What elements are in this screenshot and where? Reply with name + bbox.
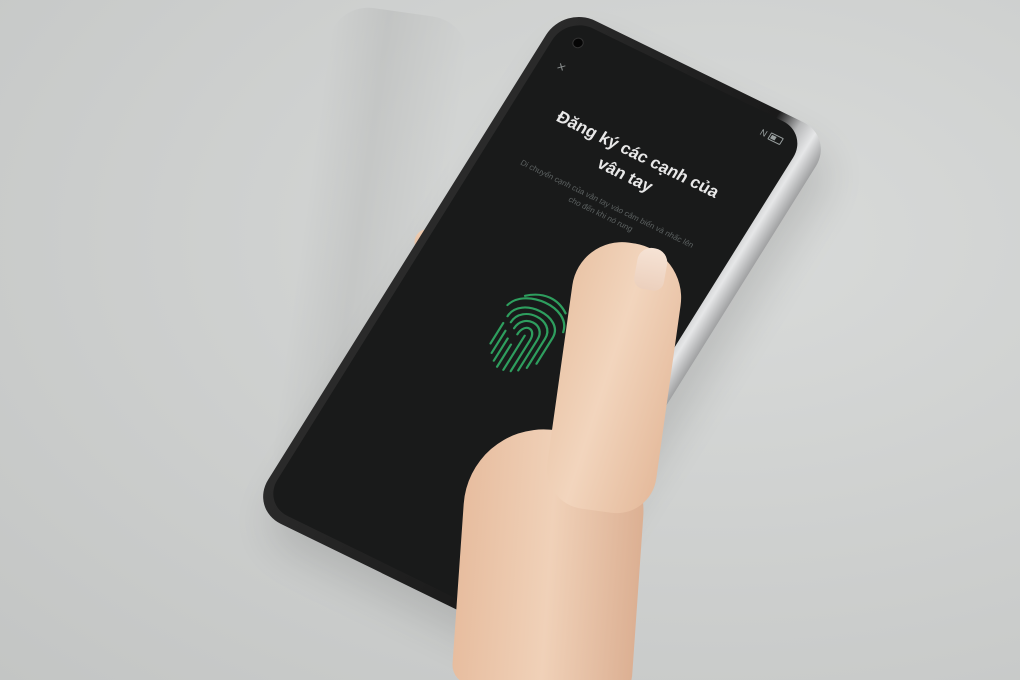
status-icons: N bbox=[758, 127, 785, 146]
photo-scene: N × Đăng ký các cạnh của vân tay Di chuy… bbox=[0, 0, 1020, 680]
front-camera-icon bbox=[570, 35, 587, 50]
battery-icon bbox=[767, 132, 785, 146]
close-icon[interactable]: × bbox=[554, 58, 570, 75]
